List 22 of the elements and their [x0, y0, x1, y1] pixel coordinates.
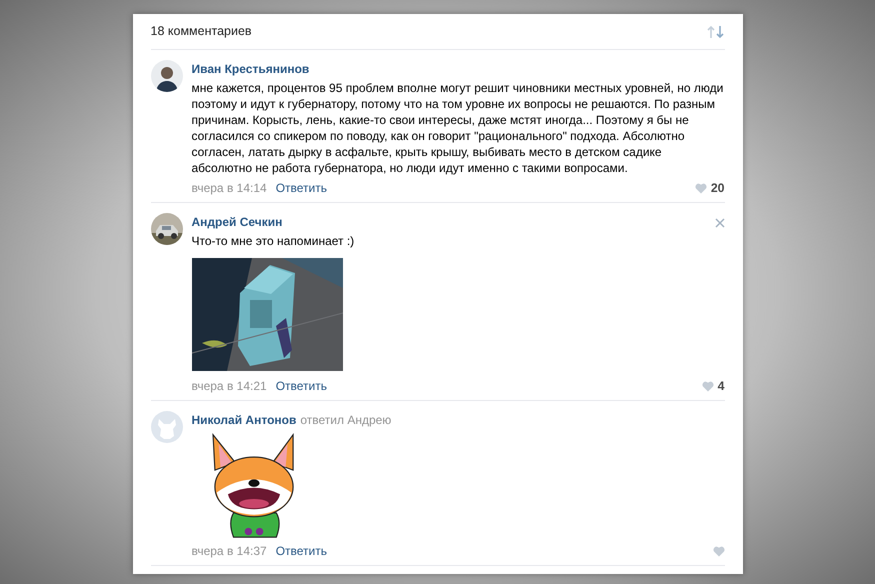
like-count: 20	[710, 180, 724, 197]
comment-count: 18 комментариев	[150, 23, 252, 40]
reply-link[interactable]: Ответить	[276, 377, 327, 395]
heart-icon	[694, 182, 707, 194]
reply-link[interactable]: Ответить	[276, 542, 327, 560]
comment-text: мне кажется, процентов 95 проблем вполне могут решит чиновники местных уровней, но люди поэтому и идут к губернатору, потому что на том уровне их вопросы не решаются. По разным причинам. Корысть, лень, какие-то свои интересы, даже мстят иногда... Поэтому я бы не согласился со спикером по поводу, как он говорит "рационального" подхода. Абсолютно согласен, латать дырку в асфальте, крыть крышу, выбивать место в детском садике абсолютно не работа губернатора, но люди идут именно с такими вопросами.	[192, 80, 724, 176]
author-link[interactable]: Николай Антонов	[192, 413, 296, 427]
author-link[interactable]: Андрей Сечкин	[192, 215, 282, 229]
author-link[interactable]: Иван Крестьянинов	[192, 62, 310, 76]
comment-time: вчера в 14:14	[192, 180, 267, 197]
reply-link[interactable]: Ответить	[276, 179, 327, 197]
close-icon	[714, 218, 724, 228]
comment-text: Что-то мне это напоминает :)	[192, 233, 356, 249]
like-count: 4	[718, 378, 724, 395]
reply-to-text: ответил Андрею	[300, 413, 392, 427]
heart-icon	[702, 380, 714, 392]
heart-icon	[712, 546, 724, 556]
like-button[interactable]: 20	[694, 178, 724, 198]
avatar-figure[interactable]	[150, 60, 182, 92]
like-button[interactable]: 4	[702, 376, 724, 396]
comment-time: вчера в 14:21	[192, 378, 267, 395]
comment-time: вчера в 14:37	[192, 543, 267, 560]
